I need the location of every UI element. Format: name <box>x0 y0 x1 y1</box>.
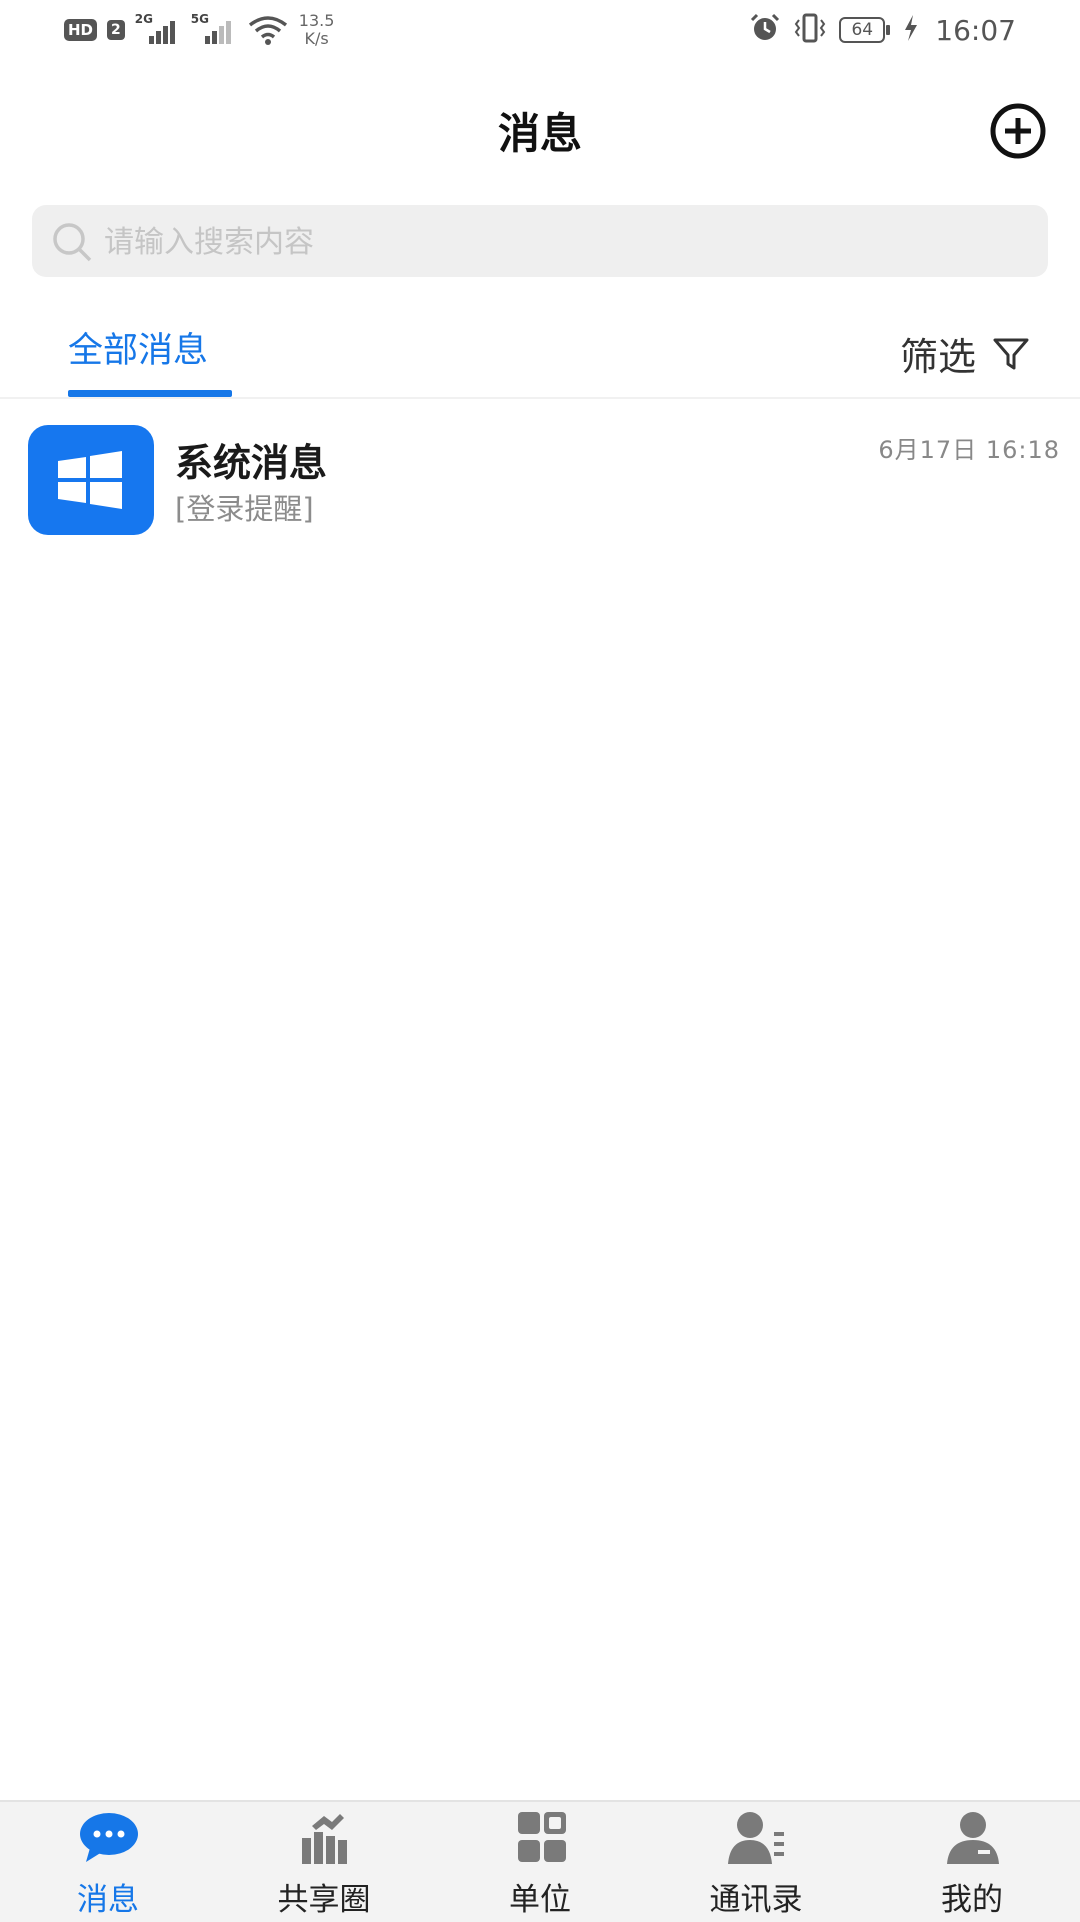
message-title: 系统消息 <box>175 441 328 485</box>
system-message-avatar <box>28 425 154 535</box>
windows-logo-icon <box>58 451 122 509</box>
speed-value: 13.5 <box>298 11 335 30</box>
signal-5g-label: 5G <box>190 12 209 26</box>
user-icon <box>947 1812 999 1864</box>
search-icon <box>53 223 92 262</box>
nav-item-mine[interactable]: 我的 <box>864 1802 1080 1922</box>
speed-unit: K/s <box>304 29 329 48</box>
tab-all-messages[interactable]: 全部消息 <box>68 322 208 373</box>
nav-item-unit[interactable]: 单位 <box>432 1802 648 1922</box>
filter-button[interactable]: 筛选 <box>900 326 1030 381</box>
grid-apps-icon <box>518 1812 566 1862</box>
nav-label-mine: 我的 <box>941 1882 1003 1918</box>
signal-2g-icon: 2G <box>135 12 181 48</box>
status-left: HD 2 2G 5G 13.5 K/s <box>64 8 334 52</box>
chat-bubble-icon <box>80 1813 138 1862</box>
sim-badge: 2 <box>107 20 125 40</box>
nav-item-share-circle[interactable]: 共享圈 <box>216 1802 432 1922</box>
search-bar[interactable] <box>32 205 1048 279</box>
list-item[interactable]: 系统消息 [登录提醒] 6月17日 16:18 <box>0 410 1080 540</box>
tabs-divider <box>0 397 1080 399</box>
alarm-icon <box>749 13 781 47</box>
clock: 16:07 <box>935 13 1016 47</box>
bottom-nav: 消息 共享圈 单位 通讯录 我的 <box>0 1800 1080 1922</box>
message-time: 6月17日 16:18 <box>878 436 1060 464</box>
nav-label-contacts: 通讯录 <box>709 1882 803 1918</box>
contacts-icon <box>728 1812 784 1864</box>
add-button[interactable] <box>989 102 1047 160</box>
vibrate-icon <box>793 13 827 47</box>
handshake-bars-icon <box>302 1814 347 1864</box>
signal-2g-label: 2G <box>134 12 153 26</box>
nav-item-messages[interactable]: 消息 <box>0 1802 216 1922</box>
nav-label-unit: 单位 <box>509 1882 571 1918</box>
filter-label: 筛选 <box>900 335 977 379</box>
funnel-icon <box>993 338 1029 369</box>
status-bar: HD 2 2G 5G 13.5 K/s 64 16:07 <box>0 0 1080 60</box>
search-input[interactable] <box>102 205 1026 279</box>
wifi-icon <box>247 12 289 48</box>
nav-label-messages: 消息 <box>77 1882 139 1918</box>
message-preview: [登录提醒] <box>175 492 314 526</box>
plus-circle-icon <box>990 103 1046 159</box>
charging-icon <box>903 14 919 46</box>
network-speed: 13.5 K/s <box>299 12 335 48</box>
nav-label-share-circle: 共享圈 <box>277 1882 371 1918</box>
tab-active-indicator <box>68 390 232 397</box>
signal-5g-icon: 5G <box>191 12 237 48</box>
battery-indicator: 64 <box>839 17 891 43</box>
status-right: 64 16:07 <box>749 8 1016 52</box>
hd-badge: HD <box>64 19 98 41</box>
nav-item-contacts[interactable]: 通讯录 <box>648 1802 864 1922</box>
page-title: 消息 <box>497 109 582 158</box>
